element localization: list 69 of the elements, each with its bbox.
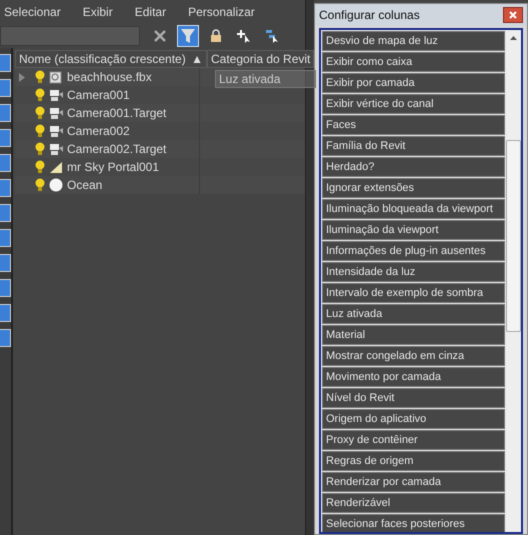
column-option[interactable]: Iluminação bloqueada da viewport bbox=[322, 199, 505, 219]
column-option[interactable]: Renderizável bbox=[322, 493, 505, 513]
column-option[interactable]: Mostrar congelado em cinza bbox=[322, 346, 505, 366]
tool-icon[interactable] bbox=[0, 204, 11, 222]
lightbulb-icon[interactable] bbox=[35, 124, 45, 138]
lightbulb-icon[interactable] bbox=[35, 88, 45, 102]
spotlight-icon bbox=[49, 160, 63, 174]
tool-icon[interactable] bbox=[0, 129, 11, 147]
scrollbar[interactable] bbox=[506, 30, 521, 532]
column-option[interactable]: Desvio de mapa de luz bbox=[322, 31, 505, 51]
lightbulb-icon[interactable] bbox=[35, 142, 45, 156]
tool-icon[interactable] bbox=[0, 179, 11, 197]
column-option[interactable]: Nível do Revit bbox=[322, 388, 505, 408]
tool-icon[interactable] bbox=[0, 279, 11, 297]
column-option[interactable]: Renderizar por camada bbox=[322, 472, 505, 492]
expand-icon[interactable] bbox=[19, 72, 25, 82]
lightbulb-icon[interactable] bbox=[35, 106, 45, 120]
tool-icon[interactable] bbox=[0, 229, 11, 247]
column-option[interactable]: Origem do aplicativo bbox=[322, 409, 505, 429]
column-option[interactable]: Informações de plug-in ausentes bbox=[322, 241, 505, 261]
camera-icon bbox=[49, 142, 63, 156]
column-option[interactable]: Intervalo de exemplo de sombra bbox=[322, 283, 505, 303]
column-option[interactable]: Movimento por camada bbox=[322, 367, 505, 387]
object-name[interactable]: Ocean bbox=[67, 178, 102, 192]
tool-icon[interactable] bbox=[0, 154, 11, 172]
column-option[interactable]: Herdado? bbox=[322, 157, 505, 177]
column-option[interactable]: Intensidade da luz bbox=[322, 262, 505, 282]
tool-icon[interactable] bbox=[0, 54, 11, 72]
column-option[interactable]: Luz ativada bbox=[322, 304, 505, 324]
column-option[interactable]: Proxy de contêiner bbox=[322, 430, 505, 450]
object-name[interactable]: mr Sky Portal001 bbox=[67, 160, 160, 174]
menu-item[interactable]: Editar bbox=[130, 5, 176, 19]
column-option[interactable]: Material bbox=[322, 325, 505, 345]
column-header[interactable]: Categoria do Revit bbox=[207, 50, 314, 68]
camera-icon bbox=[49, 124, 63, 138]
object-name[interactable]: Camera002 bbox=[67, 124, 130, 138]
column-option[interactable]: Exibir por camada bbox=[322, 73, 505, 93]
tool-icon[interactable] bbox=[0, 304, 11, 322]
column-option[interactable]: Exibir como caixa bbox=[322, 52, 505, 72]
menu-item[interactable]: Personalizar bbox=[184, 5, 265, 19]
column-option[interactable]: Faces bbox=[322, 115, 505, 135]
camera-icon bbox=[49, 106, 63, 120]
search-field[interactable] bbox=[0, 26, 140, 46]
column-header[interactable]: Nome (classificação crescente) ▲ bbox=[15, 50, 207, 68]
column-option[interactable]: Selecionar faces posteriores bbox=[322, 514, 505, 532]
scroll-up-icon[interactable] bbox=[510, 36, 517, 40]
tool-icon[interactable] bbox=[0, 254, 11, 272]
close-icon[interactable] bbox=[509, 11, 517, 19]
object-name[interactable]: beachhouse.fbx bbox=[67, 70, 152, 84]
dialog-title: Configurar colunas bbox=[319, 8, 420, 22]
lightbulb-icon[interactable] bbox=[35, 70, 45, 84]
menu-item[interactable]: Selecionar bbox=[0, 5, 71, 19]
camera-icon bbox=[49, 88, 63, 102]
sphere-icon bbox=[49, 178, 63, 192]
filter-button[interactable] bbox=[177, 25, 199, 47]
lightbulb-icon[interactable] bbox=[35, 178, 45, 192]
object-name[interactable]: Camera001 bbox=[67, 88, 130, 102]
tool-icon[interactable] bbox=[0, 104, 11, 122]
column-option[interactable]: Iluminação da viewport bbox=[322, 220, 505, 240]
close-button[interactable] bbox=[503, 7, 523, 23]
file-icon bbox=[49, 70, 63, 84]
tool-icon[interactable] bbox=[0, 79, 11, 97]
column-option[interactable]: Ignorar extensões bbox=[322, 178, 505, 198]
column-option[interactable]: Regras de origem bbox=[322, 451, 505, 471]
menu-item[interactable]: Exibir bbox=[78, 5, 123, 19]
column-option[interactable]: Família do Revit bbox=[322, 136, 505, 156]
lightbulb-icon[interactable] bbox=[35, 160, 45, 174]
tool-icon[interactable] bbox=[0, 329, 11, 347]
column-option[interactable]: Exibir vértice do canal bbox=[322, 94, 505, 114]
